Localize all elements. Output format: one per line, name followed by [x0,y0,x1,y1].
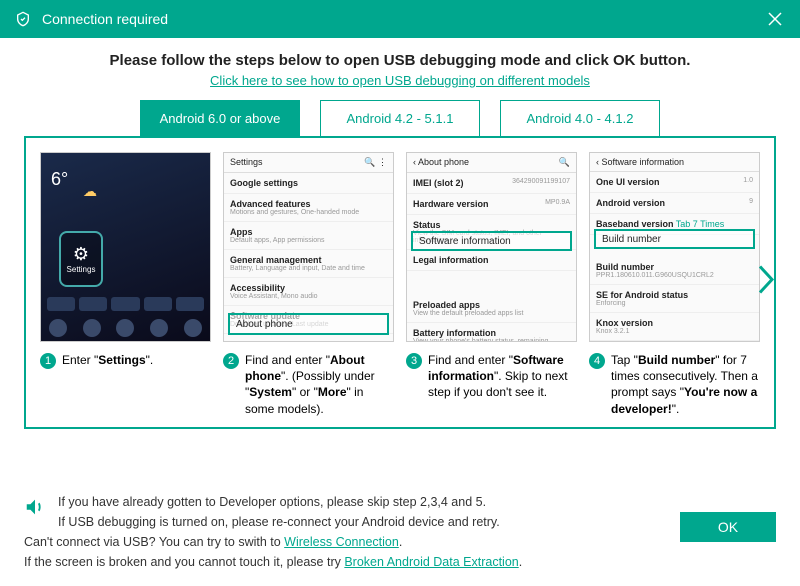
weather-icon: ☁ [83,183,97,200]
software-info-highlight: Software information [411,231,572,251]
step-1-text: Enter "Settings". [62,352,153,369]
footer-line-3: Can't connect via USB? You can try to sw… [24,532,776,552]
settings-header: Settings🔍 ⋮ [224,153,393,173]
wireless-connection-link[interactable]: Wireless Connection [284,535,399,549]
step-3-caption: 3 Find and enter "Software information".… [406,352,577,401]
swinfo-rows-2: Build numberPPR1.180610.011.G960USQU1CRL… [590,257,759,341]
dock [41,319,210,337]
titlebar: Connection required [0,0,800,38]
step-num-2: 2 [223,353,239,369]
app-grid [47,297,204,311]
steps-panel: 6° ☁ ⚙ Settings 1 Enter "Settings". [24,136,776,429]
step-2: Settings🔍 ⋮ Google settingsAdvanced feat… [223,152,394,417]
headline: Please follow the steps below to open US… [24,52,776,69]
settings-items: Google settingsAdvanced featuresMotions … [224,173,393,334]
footer-line-2: If USB debugging is turned on, please re… [58,512,500,532]
dialog-window: Connection required Please follow the st… [0,0,800,586]
footer: If you have already gotten to Developer … [0,486,800,586]
steps-row: 6° ☁ ⚙ Settings 1 Enter "Settings". [40,152,760,417]
step-num-1: 1 [40,353,56,369]
about-rows: IMEI (slot 2)364290091199107Hardware ver… [407,173,576,271]
tab-android-40[interactable]: Android 4.0 - 4.1.2 [500,100,660,137]
temp-widget: 6° [51,169,68,190]
gear-icon: ⚙ [73,244,89,265]
settings-label: Settings [67,265,96,274]
step-4-screenshot: ‹ Software information One UI version1.0… [589,152,760,342]
build-number-highlight: Build number [594,229,755,249]
step-1-caption: 1 Enter "Settings". [40,352,211,369]
tab-android-42[interactable]: Android 4.2 - 5.1.1 [320,100,480,137]
settings-app-icon: ⚙ Settings [59,231,103,287]
close-icon[interactable] [764,8,786,30]
broken-android-link[interactable]: Broken Android Data Extraction [344,555,518,569]
step-num-4: 4 [589,353,605,369]
ok-button[interactable]: OK [680,512,776,542]
step-1-screenshot: 6° ☁ ⚙ Settings [40,152,211,342]
next-arrow-icon[interactable] [756,263,778,302]
step-2-caption: 2 Find and enter "About phone". (Possibl… [223,352,394,417]
footer-line-1: If you have already gotten to Developer … [58,492,500,512]
step-3: ‹ About phone🔍 IMEI (slot 2)364290091199… [406,152,577,417]
step-2-text: Find and enter "About phone". (Possibly … [245,352,394,417]
models-link[interactable]: Click here to see how to open USB debugg… [24,73,776,88]
swinfo-rows: One UI version1.0Android version9 [590,172,759,214]
tap-7-label: Tab 7 Times [676,219,725,229]
step-4: ‹ Software information One UI version1.0… [589,152,760,417]
tabs: Android 6.0 or above Android 4.2 - 5.1.1… [24,100,776,137]
step-1: 6° ☁ ⚙ Settings 1 Enter "Settings". [40,152,211,417]
about-rows-2: Preloaded appsView the default preloaded… [407,295,576,342]
step-num-3: 3 [406,353,422,369]
speaker-icon[interactable] [24,496,48,524]
about-phone-highlight: About phone [228,313,389,335]
step-2-screenshot: Settings🔍 ⋮ Google settingsAdvanced feat… [223,152,394,342]
footer-text-block: If you have already gotten to Developer … [58,492,500,532]
footer-line-4: If the screen is broken and you cannot t… [24,552,776,572]
step-4-text: Tap "Build number" for 7 times consecuti… [611,352,760,417]
step-3-text: Find and enter "Software information". S… [428,352,577,401]
step-3-screenshot: ‹ About phone🔍 IMEI (slot 2)364290091199… [406,152,577,342]
swinfo-header: ‹ Software information [590,153,759,172]
tab-android-6[interactable]: Android 6.0 or above [140,100,300,137]
about-header: ‹ About phone🔍 [407,153,576,173]
content: Please follow the steps below to open US… [0,38,800,486]
titlebar-title: Connection required [42,11,168,27]
shield-icon [14,10,32,28]
step-4-caption: 4 Tap "Build number" for 7 times consecu… [589,352,760,417]
